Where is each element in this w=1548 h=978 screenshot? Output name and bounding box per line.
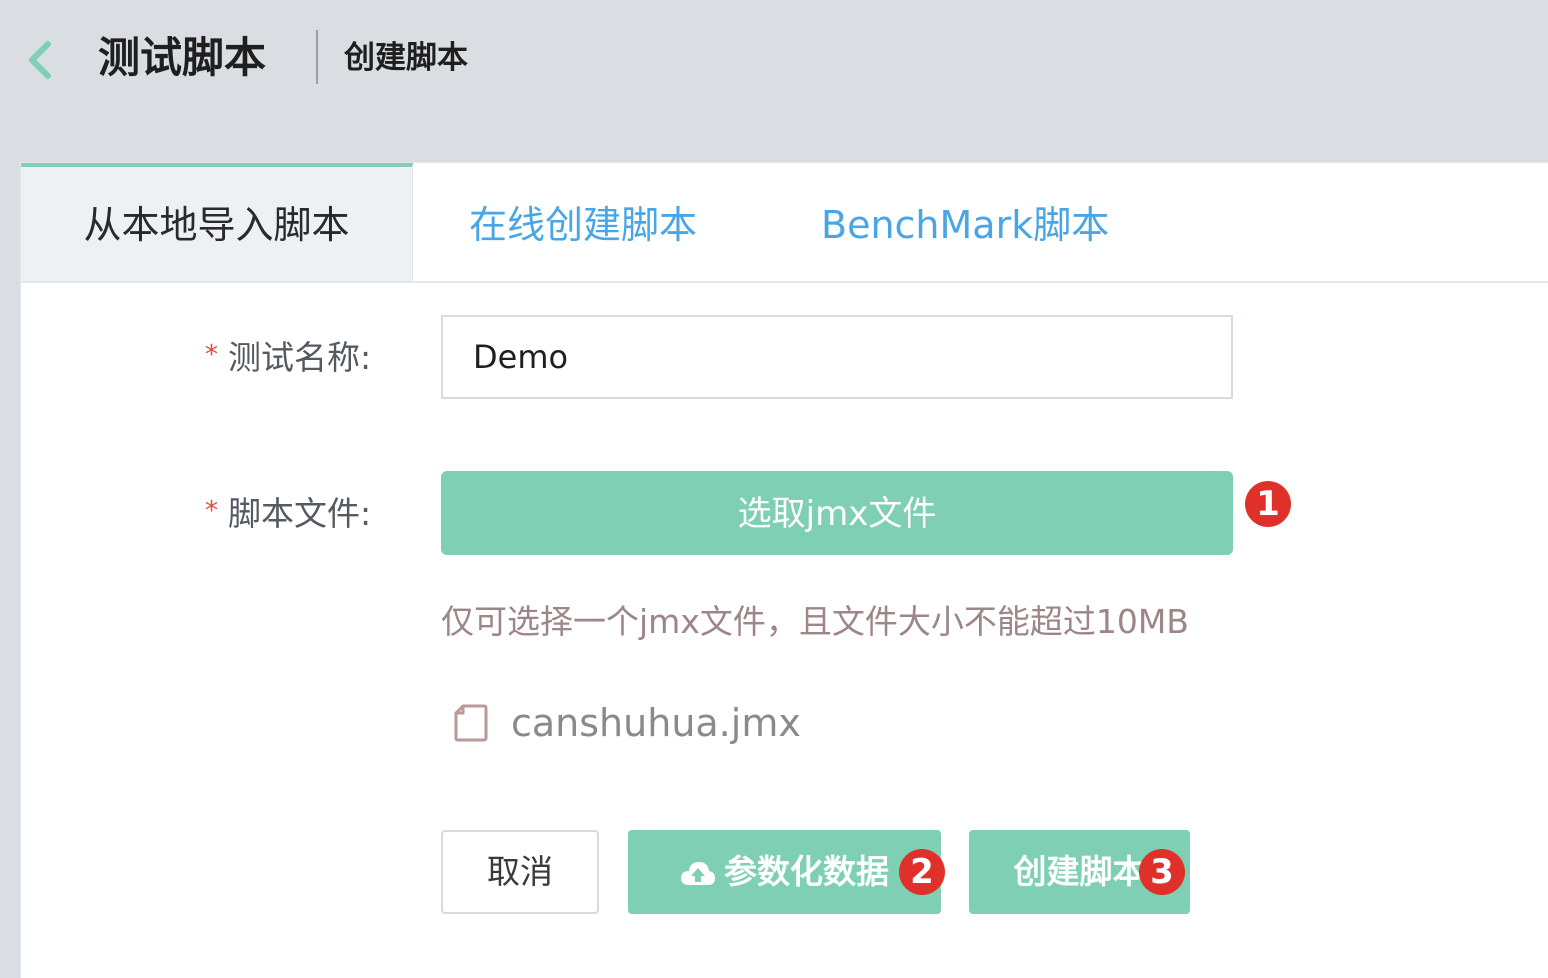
- cancel-button[interactable]: 取消: [441, 830, 599, 914]
- select-jmx-file-button[interactable]: 选取jmx文件: [441, 471, 1233, 555]
- page-subtitle: 创建脚本: [344, 40, 468, 76]
- file-hint-text: 仅可选择一个jmx文件，且文件大小不能超过10MB: [441, 602, 1189, 641]
- test-name-label: * 测试名称:: [205, 331, 371, 379]
- file-icon: [454, 704, 488, 742]
- script-file-label-text: 脚本文件:: [228, 494, 372, 533]
- script-file-label: * 脚本文件:: [205, 487, 371, 535]
- chevron-left-icon: [29, 41, 51, 79]
- cloud-upload-icon: [681, 862, 715, 885]
- content-panel: 从本地导入脚本 在线创建脚本 BenchMark脚本 * 测试名称: * 脚本文件:…: [20, 162, 1548, 978]
- parameterized-data-button[interactable]: 参数化数据: [628, 830, 941, 914]
- tab-benchmark[interactable]: BenchMark脚本: [821, 163, 1109, 281]
- test-name-label-text: 测试名称:: [228, 338, 372, 377]
- tab-import-local[interactable]: 从本地导入脚本: [21, 163, 413, 281]
- page-header: 测试脚本 创建脚本: [0, 0, 1548, 127]
- required-mark: *: [205, 340, 218, 370]
- tab-bar: 从本地导入脚本 在线创建脚本 BenchMark脚本: [21, 163, 1548, 283]
- required-mark: *: [205, 496, 218, 526]
- step-badge-1: 1: [1245, 481, 1291, 527]
- parameterized-data-label: 参数化数据: [724, 852, 889, 891]
- file-name: canshuhua.jmx: [511, 701, 801, 745]
- page-title: 测试脚本: [98, 33, 267, 82]
- tab-create-online[interactable]: 在线创建脚本: [469, 163, 697, 281]
- step-badge-2: 2: [899, 849, 945, 895]
- back-button[interactable]: [20, 36, 60, 84]
- header-divider: [316, 30, 318, 84]
- test-name-input[interactable]: [441, 315, 1233, 399]
- step-badge-3: 3: [1139, 849, 1185, 895]
